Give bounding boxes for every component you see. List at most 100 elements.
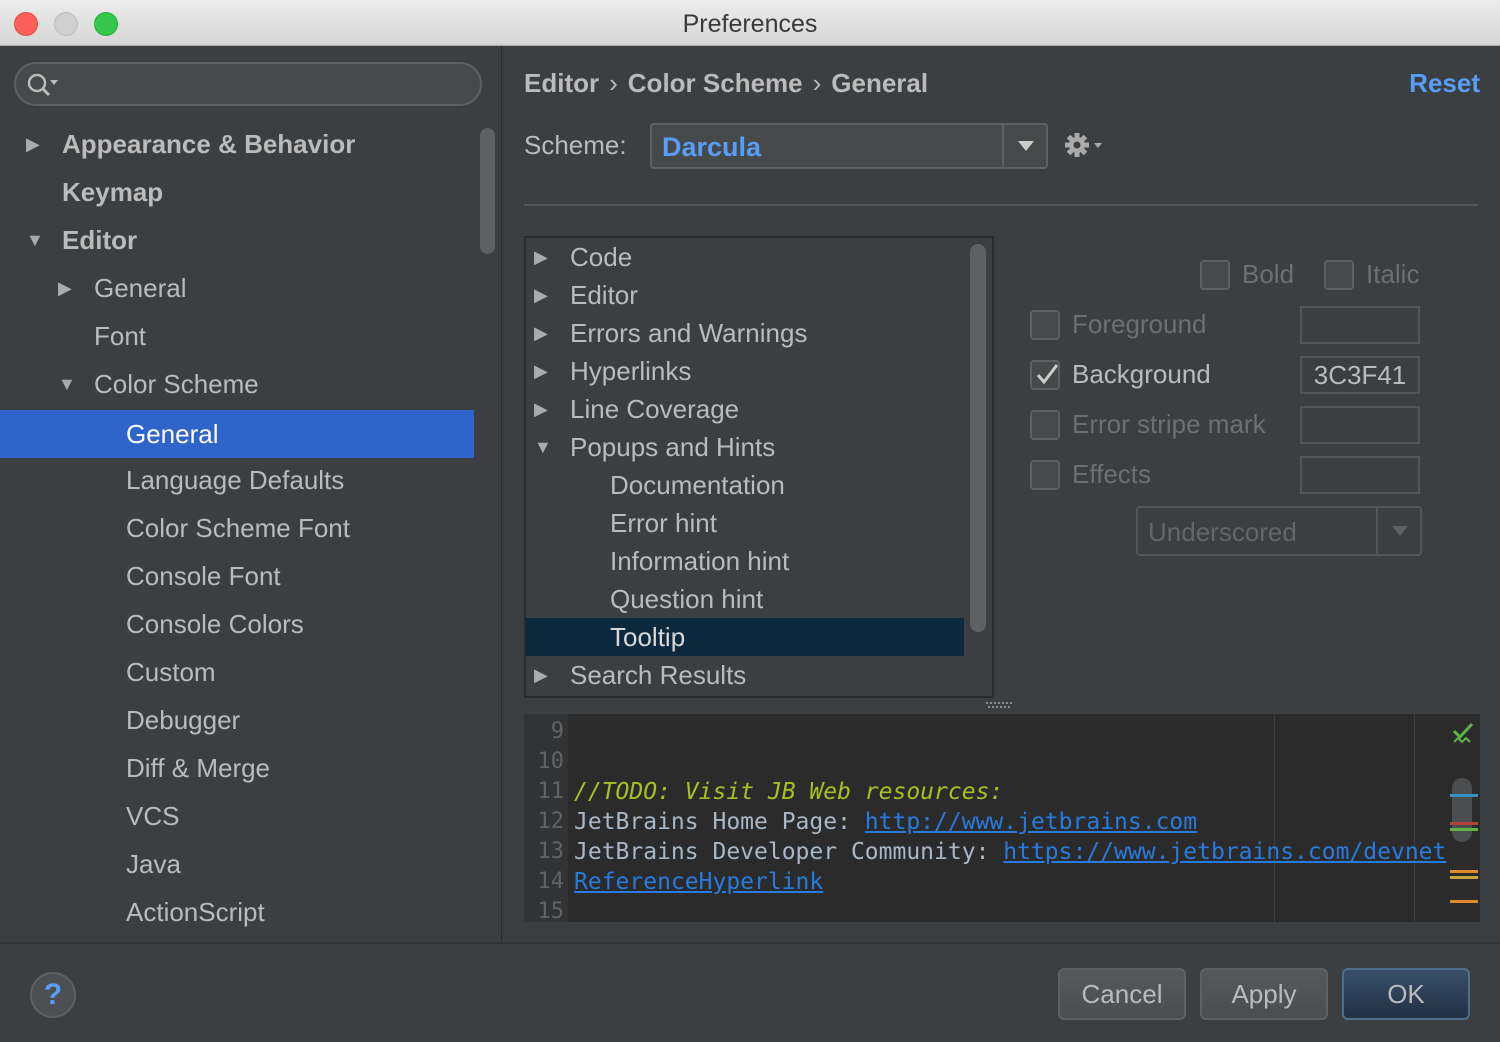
ok-button[interactable]: OK <box>1342 968 1470 1020</box>
sidebar-item-debugger[interactable]: Debugger <box>0 696 474 744</box>
breadcrumb-color-scheme[interactable]: Color Scheme <box>628 68 803 98</box>
search-icon <box>27 73 58 97</box>
error-stripe-checkbox[interactable] <box>1030 410 1060 440</box>
bold-checkbox[interactable] <box>1200 260 1230 290</box>
category-tooltip[interactable]: Tooltip <box>526 618 964 656</box>
sidebar-item-java[interactable]: Java <box>0 840 474 888</box>
category-editor[interactable]: ▶ Editor <box>526 276 964 314</box>
settings-sidebar: ▶ Appearance & Behavior Keymap ▼ Editor … <box>0 46 502 942</box>
line-number: 12 <box>537 809 565 834</box>
code-line: JetBrains Developer Community: https://w… <box>574 837 1446 867</box>
sidebar-item-language-defaults[interactable]: Language Defaults <box>0 456 474 504</box>
category-label: Information hint <box>610 546 790 576</box>
sidebar-item-custom[interactable]: Custom <box>0 648 474 696</box>
line-number: 11 <box>537 779 565 804</box>
sidebar-item-label: Java <box>126 849 181 879</box>
sidebar-item-console-font[interactable]: Console Font <box>0 552 474 600</box>
italic-checkbox[interactable] <box>1324 260 1354 290</box>
sidebar-scrollbar[interactable] <box>480 128 495 254</box>
sidebar-item-label: Color Scheme <box>94 369 259 399</box>
sidebar-item-actionscript[interactable]: ActionScript <box>0 888 474 936</box>
sidebar-item-color-scheme-general[interactable]: General <box>0 410 474 458</box>
sidebar-item-label: Keymap <box>62 177 164 207</box>
todo-comment: //TODO: Visit JB Web resources: <box>574 779 1004 805</box>
breadcrumb: Editor › Color Scheme › General <box>524 68 928 99</box>
category-label: Question hint <box>610 584 764 614</box>
sidebar-item-diff-merge[interactable]: Diff & Merge <box>0 744 474 792</box>
right-margin-guide <box>1274 714 1275 922</box>
sidebar-item-color-scheme[interactable]: ▼ Color Scheme <box>0 360 474 408</box>
error-stripe-marker <box>1450 794 1478 797</box>
sidebar-item-console-colors[interactable]: Console Colors <box>0 600 474 648</box>
scheme-select[interactable]: Darcula <box>650 123 1048 169</box>
sidebar-item-appearance-behavior[interactable]: ▶ Appearance & Behavior <box>0 120 474 168</box>
category-errors-warnings[interactable]: ▶ Errors and Warnings <box>526 314 964 352</box>
sidebar-item-label: VCS <box>126 801 180 831</box>
category-hyperlinks[interactable]: ▶ Hyperlinks <box>526 352 964 390</box>
breadcrumb-separator: › <box>609 68 618 98</box>
chevron-right-icon: ▶ <box>534 361 548 381</box>
line-number: 13 <box>537 839 565 864</box>
sidebar-item-editor-general[interactable]: ▶ General <box>0 264 474 312</box>
hyperlink[interactable]: https://www.jetbrains.com/devnet <box>1003 839 1446 865</box>
effects-dropdown-button[interactable] <box>1376 508 1420 554</box>
category-question-hint[interactable]: Question hint <box>526 580 964 618</box>
category-code[interactable]: ▶ Code <box>526 238 964 276</box>
effects-label: Effects <box>1072 459 1152 489</box>
effects-color-field[interactable] <box>1300 456 1420 494</box>
gear-icon[interactable] <box>1064 130 1108 160</box>
apply-button[interactable]: Apply <box>1200 968 1328 1020</box>
category-label: Editor <box>570 280 638 310</box>
breadcrumb-general: General <box>831 68 929 98</box>
background-label: Background <box>1072 359 1211 389</box>
category-label: Line Coverage <box>570 394 740 424</box>
error-stripe-color-field[interactable] <box>1300 406 1420 444</box>
category-search-results[interactable]: ▶ Search Results <box>526 656 964 694</box>
breadcrumb-editor[interactable]: Editor <box>524 68 599 98</box>
category-popups-hints[interactable]: ▼ Popups and Hints <box>526 428 964 466</box>
foreground-checkbox[interactable] <box>1030 310 1060 340</box>
scheme-dropdown-button[interactable] <box>1002 125 1046 167</box>
search-input[interactable] <box>14 62 482 106</box>
scheme-value: Darcula <box>662 132 762 162</box>
chevron-right-icon: ▶ <box>534 399 548 419</box>
category-information-hint[interactable]: Information hint <box>526 542 964 580</box>
category-label: Popups and Hints <box>570 432 776 462</box>
reference-hyperlink[interactable]: ReferenceHyperlink <box>574 869 823 895</box>
chevron-down-icon: ▼ <box>534 437 552 457</box>
sidebar-item-keymap[interactable]: Keymap <box>0 168 474 216</box>
foreground-color-field[interactable] <box>1300 306 1420 344</box>
sidebar-item-label: Custom <box>126 657 216 687</box>
preview-scrollbar[interactable] <box>1452 778 1472 842</box>
splitter-grip-icon[interactable] <box>986 702 1014 708</box>
category-line-coverage[interactable]: ▶ Line Coverage <box>526 390 964 428</box>
category-scrollbar[interactable] <box>970 244 986 632</box>
code-preview[interactable]: 9 10 11 12 13 14 15 //TODO: Visit JB Web… <box>524 714 1480 922</box>
sidebar-item-vcs[interactable]: VCS <box>0 792 474 840</box>
category-documentation[interactable]: Documentation <box>526 466 964 504</box>
error-stripe-marker <box>1450 876 1478 879</box>
sidebar-item-editor[interactable]: ▼ Editor <box>0 216 474 264</box>
italic-label: Italic <box>1366 259 1420 289</box>
chevron-right-icon: ▶ <box>534 665 548 685</box>
chevron-right-icon: ▶ <box>26 134 40 154</box>
effects-checkbox[interactable] <box>1030 460 1060 490</box>
error-stripe-marker <box>1450 900 1478 903</box>
sidebar-item-color-scheme-font[interactable]: Color Scheme Font <box>0 504 474 552</box>
sidebar-item-font[interactable]: Font <box>0 312 474 360</box>
sidebar-item-label: Debugger <box>126 705 241 735</box>
effects-type-select[interactable]: Underscored <box>1136 506 1422 556</box>
foreground-label: Foreground <box>1072 309 1207 339</box>
background-color-field[interactable]: 3C3F41 <box>1300 356 1420 394</box>
reset-link[interactable]: Reset <box>1409 68 1480 99</box>
dialog-footer: ? Cancel Apply OK <box>0 942 1500 1042</box>
code-line: ReferenceHyperlink <box>574 867 823 897</box>
sidebar-item-label: ActionScript <box>126 897 265 927</box>
background-checkbox[interactable] <box>1030 360 1060 390</box>
cancel-button[interactable]: Cancel <box>1058 968 1186 1020</box>
hyperlink[interactable]: http://www.jetbrains.com <box>865 809 1197 835</box>
category-label: Code <box>570 242 633 272</box>
help-button[interactable]: ? <box>30 972 76 1018</box>
category-error-hint[interactable]: Error hint <box>526 504 964 542</box>
sidebar-item-label: Console Colors <box>126 609 304 639</box>
